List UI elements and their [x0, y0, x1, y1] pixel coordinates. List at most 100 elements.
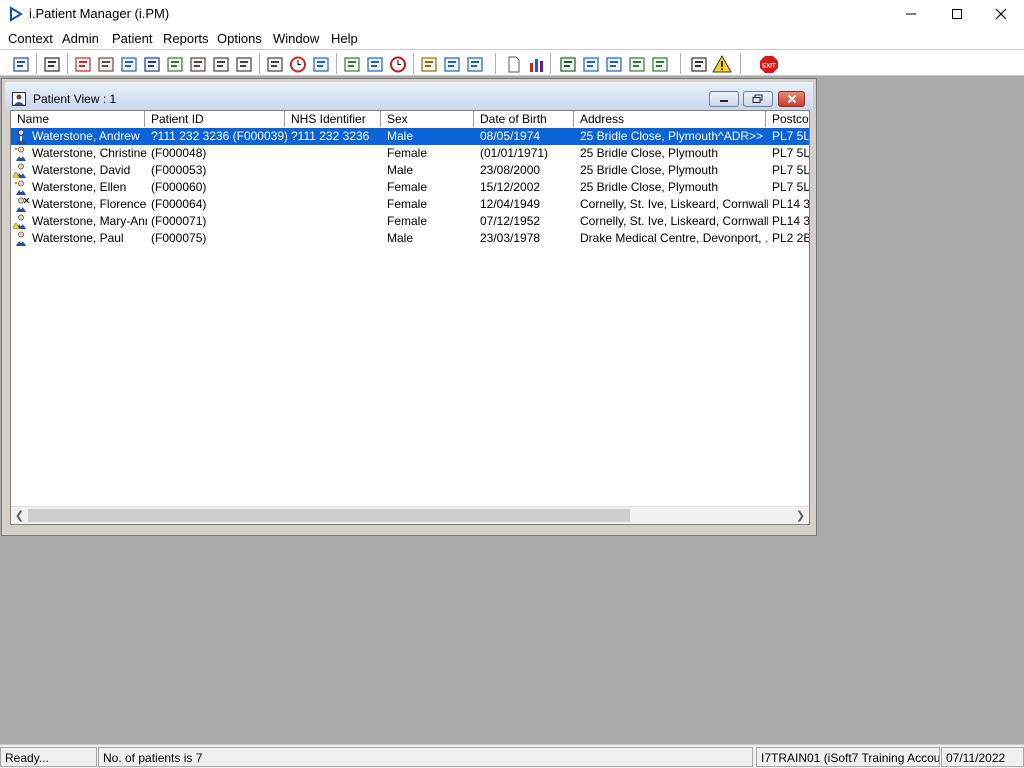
toolbar-button-7[interactable]	[164, 54, 184, 73]
cell-nhs: ?111 232 3236	[291, 129, 370, 143]
cell-dob: 07/12/1952	[480, 214, 541, 228]
column-header-address[interactable]: Address	[574, 111, 766, 127]
toolbar-button-11[interactable]	[264, 54, 284, 73]
patient-list[interactable]: Name Patient ID NHS Identifier Sex Date of B…	[10, 110, 810, 525]
svg-text:EXIT: EXIT	[762, 64, 776, 70]
maximize-button[interactable]	[934, 0, 980, 28]
toolbar-button-23[interactable]	[580, 54, 600, 73]
toolbar-button-6[interactable]	[141, 54, 161, 73]
cell-nhs	[291, 213, 383, 230]
patient-deceased-icon	[16, 197, 30, 212]
scroll-right-arrow[interactable]: ❯	[792, 507, 809, 524]
toolbar-button-24[interactable]	[603, 54, 623, 73]
menu-window[interactable]: Window	[273, 31, 319, 46]
toolbar-button-27[interactable]	[688, 54, 708, 73]
child-close-button[interactable]	[778, 91, 805, 107]
toolbar-button-18[interactable]	[441, 54, 461, 73]
table-row[interactable]: Waterstone, Florence (F000064) Female 12/04…	[11, 196, 809, 213]
column-header-name[interactable]: Name	[11, 111, 145, 127]
menu-patient[interactable]: Patient	[112, 31, 152, 46]
cell-address: Drake Medical Centre, Devonport, ...	[580, 231, 768, 245]
picture-icon	[344, 57, 360, 72]
cell-name: Waterstone, Andrew	[32, 129, 140, 143]
minimize-button[interactable]	[888, 0, 934, 28]
table-row[interactable]: Waterstone, David (F000053) Male 23/08/2000…	[11, 162, 810, 179]
table-row[interactable]: Waterstone, Paul (F000075) Male 23/03/1978 D…	[11, 230, 809, 247]
letter-m-icon	[144, 57, 160, 72]
toolbar-button-20[interactable]	[503, 54, 523, 73]
note-icon	[421, 57, 437, 72]
clock-icon	[290, 56, 306, 73]
menu-context[interactable]: Context	[8, 31, 53, 46]
column-header-date-of-birth[interactable]: Date of Birth	[474, 111, 574, 127]
cell-postcode: PL7 5LF	[772, 163, 810, 177]
toolbar-button-4[interactable]	[95, 54, 115, 73]
doctor-icon	[167, 57, 183, 72]
patient-view-icon	[12, 92, 26, 106]
toolbar-button-26[interactable]	[649, 54, 669, 73]
cell-dob: 12/04/1949	[480, 197, 541, 211]
monitor-icon	[313, 57, 329, 72]
patient-view-window: Patient View : 1 Name Patient ID NHS Ident…	[1, 78, 817, 536]
toolbar-button-19[interactable]	[464, 54, 484, 73]
table-row[interactable]: Waterstone, Ellen (F000060) Female 15/12/20…	[11, 179, 809, 196]
cell-name: Waterstone, Mary-Ann	[32, 214, 147, 228]
menu-reports[interactable]: Reports	[163, 31, 209, 46]
toolbar-button-12[interactable]	[287, 54, 307, 73]
toolbar-separator	[740, 53, 741, 74]
document-icon	[508, 56, 520, 73]
child-restore-button[interactable]	[743, 91, 773, 107]
cell-address: 25 Bridle Close, Plymouth	[580, 146, 719, 160]
cell-patient-id: (F000075)	[151, 231, 207, 245]
horizontal-scrollbar[interactable]: ❮ ❯	[11, 506, 809, 524]
toolbar-button-8[interactable]	[187, 54, 207, 73]
table-row[interactable]: Waterstone, Andrew ?111 232 3236 (F000039…	[11, 128, 809, 145]
toolbar-button-15[interactable]	[364, 54, 384, 73]
toolbar-button-1[interactable]	[10, 54, 30, 73]
toolbar-button-16[interactable]	[387, 54, 407, 73]
cell-sex: Male	[387, 163, 414, 177]
checklist-down-icon	[606, 57, 622, 72]
close-button[interactable]	[978, 0, 1024, 28]
patient-warning-icon	[13, 214, 26, 229]
menu-admin[interactable]: Admin	[62, 31, 99, 46]
column-header-nhs-identifier[interactable]: NHS Identifier	[285, 111, 381, 127]
chart-icon	[367, 57, 383, 72]
toolbar-button-25[interactable]	[626, 54, 646, 73]
cell-nhs	[291, 162, 383, 179]
toolbar-button-5[interactable]	[118, 54, 138, 73]
toolbar-button-10[interactable]	[233, 54, 253, 73]
toolbar-separator	[413, 53, 414, 74]
cell-nhs	[291, 196, 383, 213]
toolbar-button-14[interactable]	[341, 54, 361, 73]
scroll-left-arrow[interactable]: ❮	[11, 507, 28, 524]
menu-options[interactable]: Options	[217, 31, 262, 46]
toolbar-button-21[interactable]	[526, 54, 546, 73]
patient-view-titlebar[interactable]: Patient View : 1	[5, 82, 813, 112]
close-icon	[787, 94, 796, 104]
table-row[interactable]: Waterstone, Mary-Ann (F000071) Female 07/12…	[11, 213, 809, 230]
toolbar-button-3[interactable]	[72, 54, 92, 73]
toolbar-button-22[interactable]	[557, 54, 577, 73]
menu-bar: Context Admin Patient Reports Options Wi…	[0, 28, 1024, 49]
toolbar-button-28[interactable]	[711, 54, 732, 73]
toolbar-button-29[interactable]: EXIT	[758, 54, 778, 73]
table-row[interactable]: Waterstone, Christine... (F000048) Female (…	[11, 145, 809, 162]
column-header-patient-id[interactable]: Patient ID	[145, 111, 285, 127]
toolbar-button-9[interactable]	[210, 54, 230, 73]
bed-icon	[444, 57, 460, 72]
toolbar-button-13[interactable]	[310, 54, 330, 73]
scrollbar-thumb[interactable]	[28, 509, 630, 522]
vehicle-icon	[236, 57, 252, 72]
patient-male-icon	[16, 231, 26, 246]
toolbar-button-2[interactable]	[41, 54, 61, 73]
menu-help[interactable]: Help	[331, 31, 358, 46]
toolbar-button-17[interactable]	[418, 54, 438, 73]
child-minimize-button[interactable]	[709, 91, 739, 107]
column-header-postcode[interactable]: Postcode	[766, 111, 809, 127]
cell-sex: Male	[387, 129, 414, 143]
column-header-sex[interactable]: Sex	[381, 111, 474, 127]
restore-icon	[752, 94, 763, 103]
title-bar: i.Patient Manager (i.PM)	[0, 0, 1024, 28]
notes-icon	[190, 57, 206, 72]
